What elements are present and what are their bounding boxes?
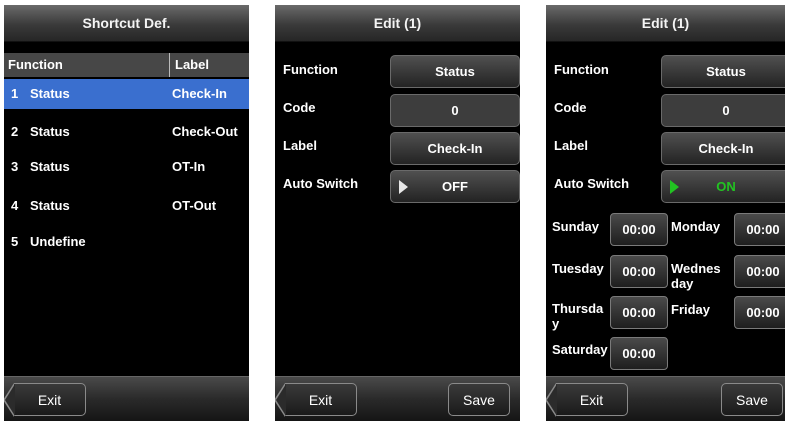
play-icon — [670, 180, 679, 194]
function-button[interactable]: Status — [661, 55, 785, 88]
auto-switch-label: Auto Switch — [554, 176, 630, 191]
saturday-label: Saturday — [552, 342, 608, 357]
row-number: 4 — [11, 198, 19, 213]
auto-switch-value: ON — [716, 179, 736, 194]
save-button[interactable]: Save — [448, 383, 510, 416]
wednesday-label-line2: day — [671, 276, 694, 291]
thursday-label: Thursda y — [552, 301, 603, 331]
row-number: 1 — [11, 86, 19, 101]
list-item[interactable]: 5 Undefine — [4, 227, 249, 257]
sunday-time-button[interactable]: 00:00 — [610, 213, 668, 246]
code-label: Code — [554, 100, 587, 115]
thursday-label-line1: Thursda — [552, 301, 604, 316]
tuesday-label: Tuesday — [552, 261, 604, 276]
tuesday-time-button[interactable]: 00:00 — [610, 255, 668, 288]
saturday-time-button[interactable]: 00:00 — [610, 337, 668, 370]
edit-screen-on: Edit (1) Function Status Code 0 Label Ch… — [546, 5, 785, 421]
save-button[interactable]: Save — [721, 383, 783, 416]
code-field[interactable]: 0 — [390, 94, 520, 127]
row-function: Status — [30, 86, 70, 101]
function-button[interactable]: Status — [390, 55, 520, 88]
auto-switch-label: Auto Switch — [283, 176, 359, 191]
row-number: 2 — [11, 124, 19, 139]
label-label: Label — [283, 138, 317, 153]
wednesday-label: Wednes day — [671, 261, 721, 291]
list-header: Function Label — [4, 53, 249, 77]
page-title: Edit (1) — [275, 5, 520, 42]
sunday-label: Sunday — [552, 219, 599, 234]
header-function: Function — [8, 57, 63, 72]
label-label: Label — [554, 138, 588, 153]
row-label: Check-In — [172, 86, 227, 101]
shortcut-def-screen: Shortcut Def. Function Label 1 Status Ch… — [4, 5, 249, 421]
exit-button[interactable]: Exit — [275, 383, 357, 417]
row-function: Status — [30, 124, 70, 139]
code-field[interactable]: 0 — [661, 94, 785, 127]
bottom-bar: Exit — [4, 376, 249, 421]
row-label: OT-In — [172, 159, 206, 174]
row-number: 5 — [11, 234, 19, 249]
auto-switch-toggle[interactable]: ON — [661, 170, 785, 203]
bottom-bar: Exit Save — [275, 376, 520, 421]
function-label: Function — [554, 62, 609, 77]
column-divider — [169, 53, 170, 77]
row-label: Check-Out — [172, 124, 238, 139]
list-item[interactable]: 3 Status OT-In — [4, 152, 249, 182]
row-function: Undefine — [30, 234, 86, 249]
bottom-bar: Exit Save — [546, 376, 785, 421]
exit-button[interactable]: Exit — [4, 383, 86, 417]
edit-screen-off: Edit (1) Function Status Code 0 Label Ch… — [275, 5, 520, 421]
label-button[interactable]: Check-In — [390, 132, 520, 165]
list-item[interactable]: 1 Status Check-In — [4, 79, 249, 109]
page-title: Shortcut Def. — [4, 5, 249, 42]
friday-time-button[interactable]: 00:00 — [734, 296, 785, 329]
thursday-label-line2: y — [552, 316, 560, 331]
monday-time-button[interactable]: 00:00 — [734, 213, 785, 246]
play-icon — [399, 180, 408, 194]
function-label: Function — [283, 62, 338, 77]
wednesday-label-line1: Wednes — [671, 261, 721, 276]
row-number: 3 — [11, 159, 19, 174]
row-label: OT-Out — [172, 198, 217, 213]
thursday-time-button[interactable]: 00:00 — [610, 296, 668, 329]
row-function: Status — [30, 159, 70, 174]
code-label: Code — [283, 100, 316, 115]
row-function: Status — [30, 198, 70, 213]
auto-switch-toggle[interactable]: OFF — [390, 170, 520, 203]
list-item[interactable]: 2 Status Check-Out — [4, 117, 249, 147]
page-title: Edit (1) — [546, 5, 785, 42]
wednesday-time-button[interactable]: 00:00 — [734, 255, 785, 288]
monday-label: Monday — [671, 219, 721, 234]
friday-label: Friday — [671, 302, 711, 317]
header-label: Label — [175, 57, 209, 72]
list-item[interactable]: 4 Status OT-Out — [4, 191, 249, 221]
exit-button[interactable]: Exit — [546, 383, 628, 417]
label-button[interactable]: Check-In — [661, 132, 785, 165]
auto-switch-value: OFF — [442, 179, 468, 194]
